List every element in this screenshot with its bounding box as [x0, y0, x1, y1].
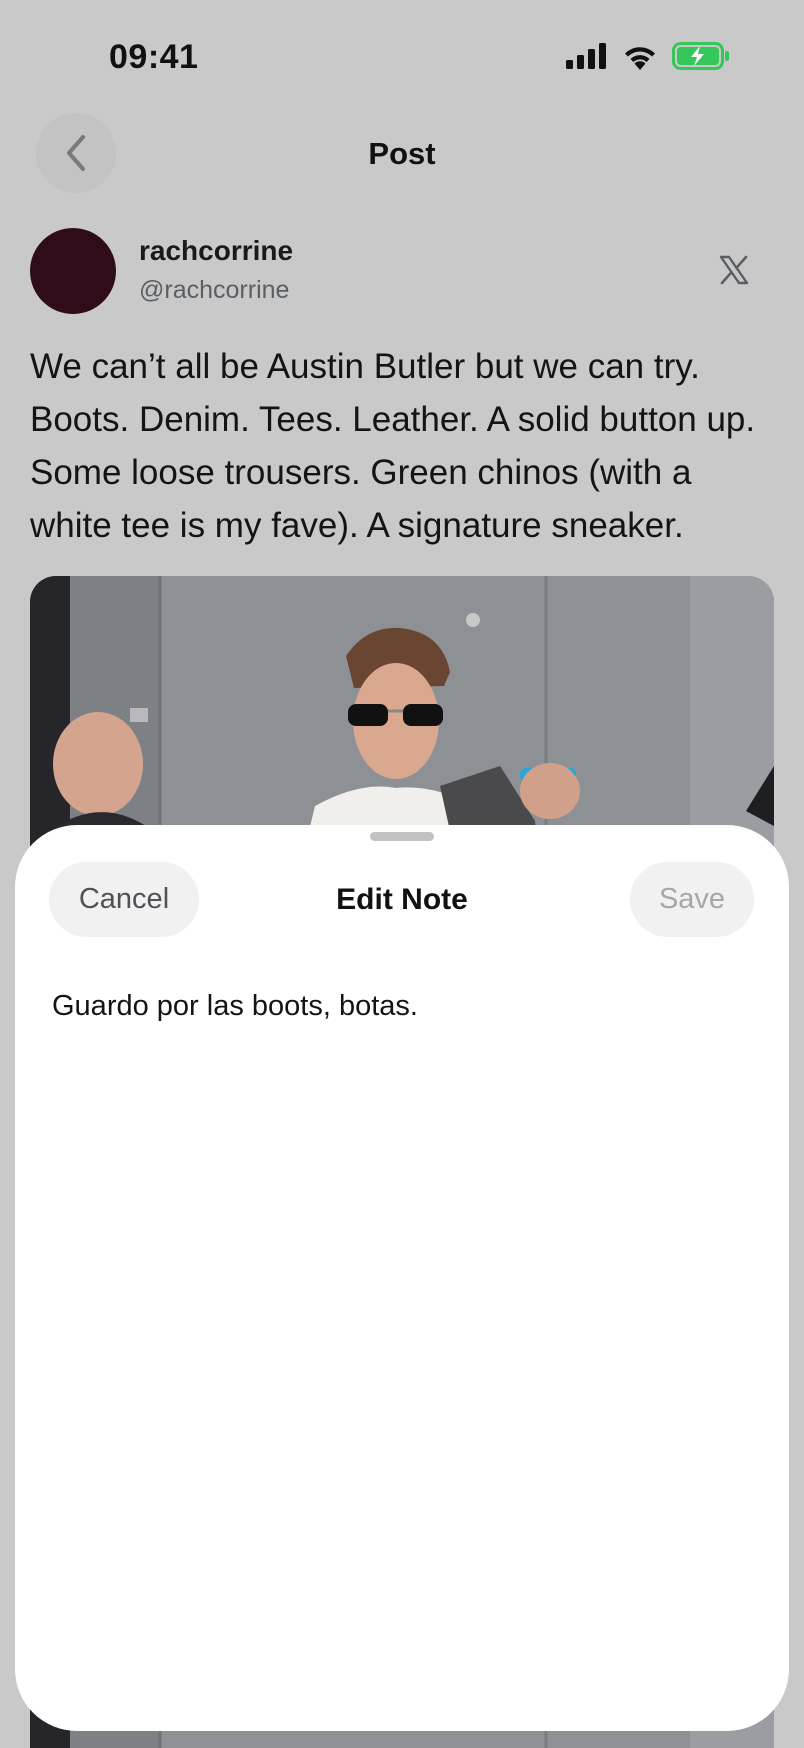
x-logo-icon [719, 255, 749, 285]
status-icons [566, 42, 730, 70]
author-name[interactable]: rachcorrine [139, 235, 293, 267]
avatar[interactable] [30, 228, 116, 314]
edit-note-sheet [15, 825, 789, 1731]
screen: 09:41 Post rachcorrine @rachcorrine We c… [0, 0, 804, 1748]
signal-icon [566, 43, 606, 69]
save-button[interactable]: Save [630, 862, 754, 937]
note-text-field[interactable]: Guardo por las boots, botas. [52, 990, 752, 1023]
battery-charging-icon [672, 42, 729, 70]
status-time: 09:41 [109, 38, 199, 76]
wifi-icon [625, 46, 655, 70]
author-handle[interactable]: @rachcorrine [139, 276, 289, 305]
page-title: Post [368, 136, 436, 171]
post-text: We can’t all be Austin Butler but we can… [30, 347, 756, 545]
sheet-grabber[interactable] [370, 832, 434, 841]
